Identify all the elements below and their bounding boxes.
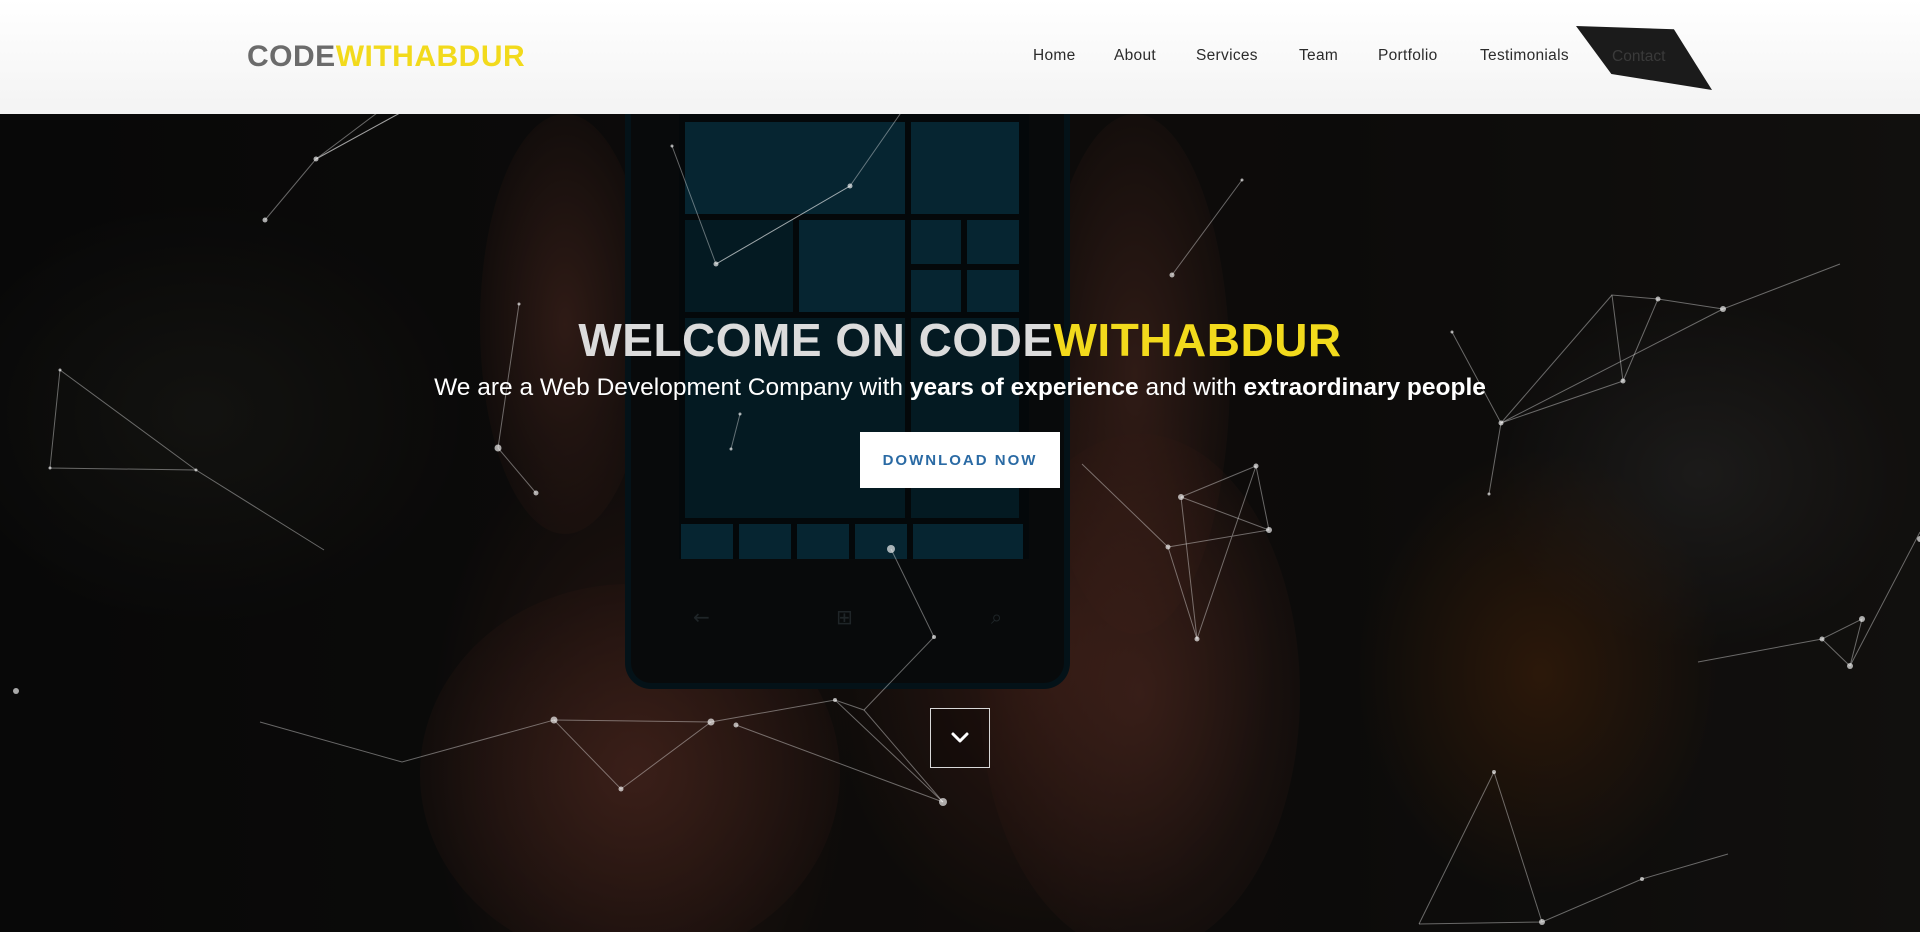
nav-item-team[interactable]: Team (1299, 47, 1338, 65)
hero-title-brand-withabdur: WITHABDUR (1053, 314, 1342, 366)
hero-subtitle-part-1: We are a Web Development Company with (434, 374, 910, 401)
hero-subtitle-bold-1: years of experience (909, 374, 1139, 401)
hero-subtitle-bold-2: extraordinary people (1243, 374, 1486, 401)
brand-logo-withabdur: WITHABDUR (335, 40, 526, 73)
nav-item-contact[interactable]: Contact (1612, 48, 1665, 66)
hero-subtitle-part-2: and with (1138, 374, 1244, 401)
brand-logo[interactable]: CODEWITHABDUR (247, 40, 525, 74)
nav-item-about[interactable]: About (1114, 47, 1156, 65)
nav-item-portfolio[interactable]: Portfolio (1378, 47, 1438, 65)
nav-item-services[interactable]: Services (1196, 47, 1258, 65)
hero-title: WELCOME ON CODEWITHABDUR (0, 313, 1920, 367)
top-navbar: CODEWITHABDUR Home About Services Team P… (0, 0, 1920, 114)
chevron-down-icon (951, 732, 969, 743)
nav-item-testimonials[interactable]: Testimonials (1480, 47, 1569, 65)
nav-item-home[interactable]: Home (1033, 47, 1076, 65)
hero-subtitle: We are a Web Development Company with ye… (0, 374, 1920, 402)
download-now-button[interactable]: DOWNLOAD NOW (860, 432, 1060, 488)
hero-title-prefix: WELCOME ON (578, 314, 919, 366)
hero-section: ← ⊞ ⌕ (0, 114, 1920, 932)
hero-title-brand-code: CODE (918, 314, 1054, 366)
brand-logo-code: CODE (247, 40, 336, 73)
particle-network (13, 114, 1920, 925)
scroll-down-button[interactable] (930, 708, 990, 768)
